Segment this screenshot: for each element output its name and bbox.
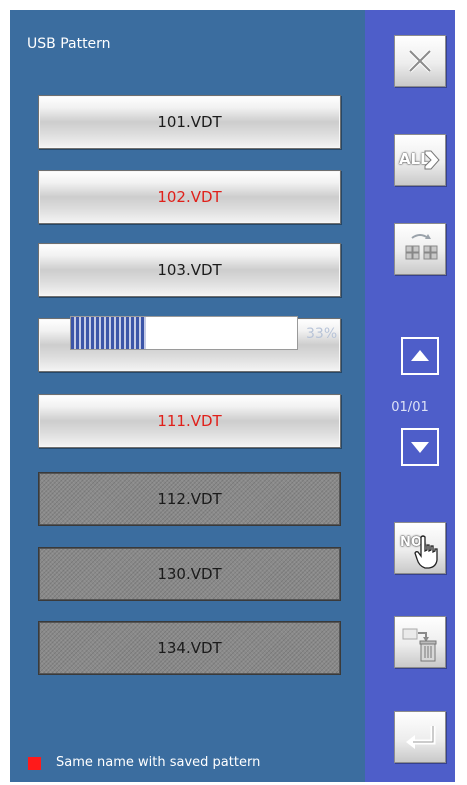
delete-button[interactable] (394, 616, 446, 668)
file-label: 103.VDT (157, 261, 222, 279)
sort-button[interactable] (394, 223, 446, 275)
file-label: 112.VDT (157, 490, 222, 508)
close-icon (408, 49, 432, 73)
page-down-button[interactable] (401, 428, 439, 466)
file-label: 102.VDT (157, 188, 222, 206)
usb-pattern-screen: USB Pattern 101.VDT 102.VDT 103.VDT 104.… (10, 10, 455, 782)
delete-trash-icon (402, 628, 437, 662)
number-input-button[interactable]: NO. (394, 522, 446, 574)
same-name-legend-text: Same name with saved pattern (56, 755, 261, 770)
progress-percent: 33% (306, 326, 338, 342)
same-name-legend-swatch (28, 757, 41, 770)
file-label: 111.VDT (157, 412, 222, 430)
file-label: 134.VDT (157, 639, 222, 657)
enter-button[interactable] (394, 711, 446, 763)
hand-pointer-icon (414, 535, 438, 569)
progress-fill (71, 317, 146, 349)
page-up-button[interactable] (401, 337, 439, 375)
file-button-102[interactable]: 102.VDT (38, 170, 341, 224)
file-button-134[interactable]: 134.VDT (38, 621, 341, 675)
progress-bar (70, 316, 298, 350)
close-button[interactable] (394, 35, 446, 87)
arrow-right-icon (424, 150, 440, 170)
triangle-up-icon (411, 350, 429, 361)
file-button-111[interactable]: 111.VDT (38, 394, 341, 448)
side-toolbar: ALL 01/01 NO. (365, 10, 455, 782)
file-button-103[interactable]: 103.VDT (38, 243, 341, 297)
pattern-list-panel: USB Pattern 101.VDT 102.VDT 103.VDT 104.… (10, 10, 365, 782)
page-indicator: 01/01 (391, 400, 429, 415)
file-button-130[interactable]: 130.VDT (38, 547, 341, 601)
file-label: 101.VDT (157, 113, 222, 131)
triangle-down-icon (411, 442, 429, 453)
file-button-101[interactable]: 101.VDT (38, 95, 341, 149)
file-button-112[interactable]: 112.VDT (38, 472, 341, 526)
enter-return-icon (406, 726, 436, 749)
sort-grid-icon (405, 234, 438, 260)
file-label: 130.VDT (157, 565, 222, 583)
select-all-button[interactable]: ALL (394, 134, 446, 186)
page-title: USB Pattern (27, 36, 111, 52)
